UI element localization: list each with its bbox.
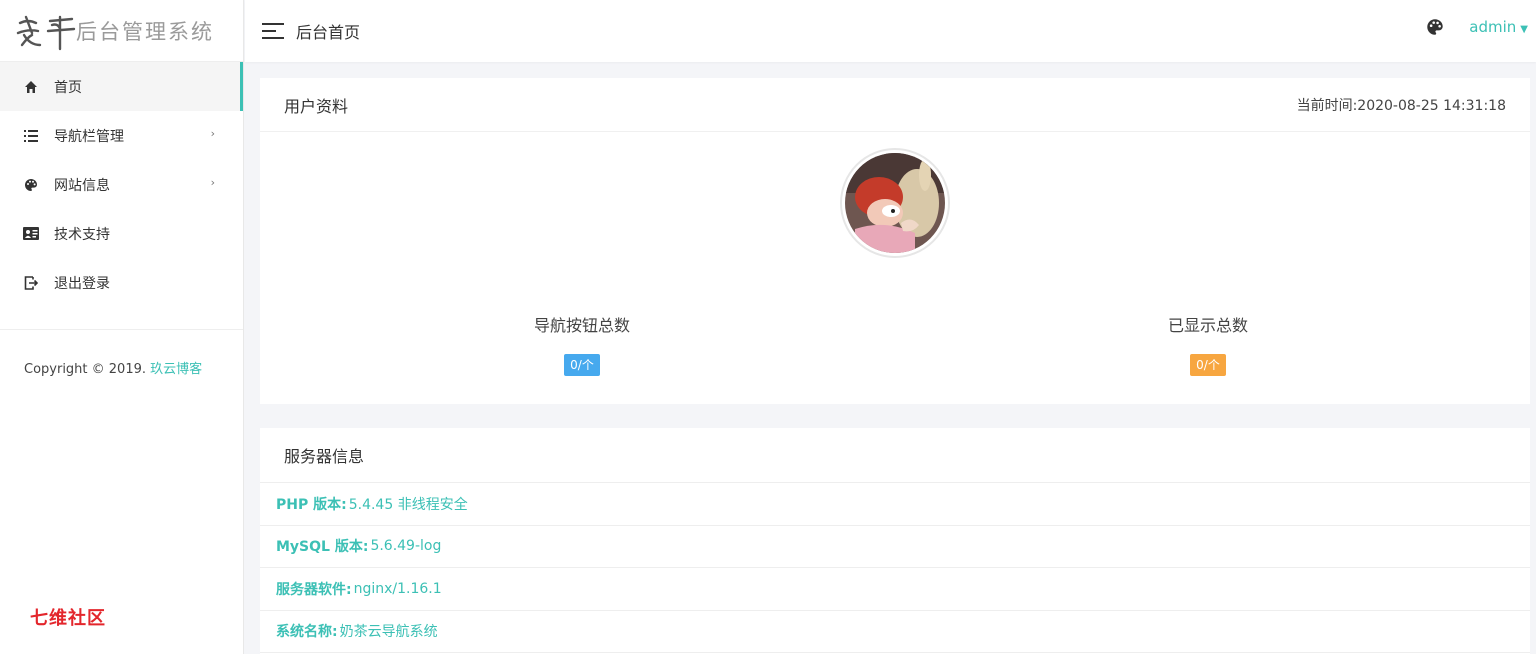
sidebar-item-logout[interactable]: 退出登录 bbox=[0, 258, 243, 307]
stat-label: 已显示总数 bbox=[1167, 316, 1248, 335]
sidebar-item-site-info[interactable]: 网站信息 › bbox=[0, 160, 243, 209]
time-value: 2020-08-25 14:31:18 bbox=[1357, 97, 1506, 114]
card-header: 用户资料 当前时间:2020-08-25 14:31:18 bbox=[260, 78, 1530, 132]
server-row-system: 系统名称: 奶茶云导航系统 bbox=[260, 611, 1530, 653]
server-row-mysql: MySQL 版本: 5.6.49-log bbox=[260, 526, 1530, 568]
page-title: 后台首页 bbox=[296, 23, 361, 42]
caret-down-icon: ▼ bbox=[1520, 24, 1528, 35]
chevron-right-icon: › bbox=[210, 176, 215, 189]
row-value: nginx/1.16.1 bbox=[353, 580, 442, 597]
card-title: 用户资料 bbox=[284, 96, 349, 116]
server-row-php: PHP 版本: 5.4.45 非线程安全 bbox=[260, 483, 1530, 526]
list-icon bbox=[22, 127, 40, 145]
server-row-software: 服务器软件: nginx/1.16.1 bbox=[260, 568, 1530, 611]
top-header: 后台首页 admin ▼ bbox=[245, 0, 1536, 62]
copyright: Copyright © 2019. 玖云博客 bbox=[0, 330, 243, 377]
server-info-card: 服务器信息 PHP 版本: 5.4.45 非线程安全 MySQL 版本: 5.6.4… bbox=[260, 428, 1530, 654]
row-key: PHP 版本: bbox=[276, 496, 347, 513]
row-value: 5.6.49-log bbox=[370, 538, 442, 555]
card-header: 服务器信息 bbox=[260, 428, 1530, 483]
copyright-text: Copyright © 2019. bbox=[24, 362, 151, 377]
sidebar-item-label: 退出登录 bbox=[54, 275, 110, 292]
brand-name: 后台管理系统 bbox=[76, 19, 214, 44]
sidebar-item-nav-manage[interactable]: 导航栏管理 › bbox=[0, 111, 243, 160]
stat-nav-buttons: 导航按钮总数 0/个 bbox=[482, 312, 682, 376]
sidebar-menu: 首页 导航栏管理 › 网站信息 › 技术支持 退出登录 bbox=[0, 62, 243, 307]
row-value: 奶茶云导航系统 bbox=[339, 624, 438, 641]
theme-palette-icon[interactable] bbox=[1426, 18, 1446, 38]
row-value: 5.4.45 非线程安全 bbox=[348, 496, 468, 513]
sidebar-item-label: 首页 bbox=[54, 79, 82, 96]
sidebar: 后台管理系统 首页 导航栏管理 › 网站信息 › 技术支持 退出登录 Copyr… bbox=[0, 0, 244, 654]
user-profile-card: 用户资料 当前时间:2020-08-25 14:31:18 导航按钮总数 0/个 bbox=[260, 78, 1530, 404]
palette-icon bbox=[22, 176, 40, 194]
logo[interactable]: 后台管理系统 bbox=[0, 0, 243, 62]
avatar-image bbox=[845, 153, 945, 253]
row-key: 系统名称: bbox=[276, 624, 338, 641]
logout-icon bbox=[22, 274, 40, 292]
stat-badge: 0/个 bbox=[1190, 354, 1226, 376]
stat-shown-total: 已显示总数 0/个 bbox=[1108, 312, 1308, 376]
watermark: 七维社区 bbox=[30, 608, 106, 629]
sidebar-item-label: 网站信息 bbox=[54, 177, 110, 194]
sidebar-item-home[interactable]: 首页 bbox=[0, 62, 243, 111]
copyright-link[interactable]: 玖云博客 bbox=[150, 362, 202, 377]
sidebar-item-label: 技术支持 bbox=[54, 226, 110, 243]
id-card-icon bbox=[22, 225, 40, 243]
row-key: MySQL 版本: bbox=[276, 539, 369, 556]
brand-logo-mark bbox=[16, 15, 76, 50]
home-icon bbox=[22, 78, 40, 96]
current-time: 当前时间:2020-08-25 14:31:18 bbox=[1297, 95, 1506, 115]
user-dropdown[interactable]: admin ▼ bbox=[1469, 18, 1528, 36]
menu-toggle-icon[interactable] bbox=[262, 23, 284, 39]
sidebar-item-support[interactable]: 技术支持 bbox=[0, 209, 243, 258]
stat-label: 导航按钮总数 bbox=[533, 316, 630, 335]
stat-badge: 0/个 bbox=[564, 354, 600, 376]
card-title: 服务器信息 bbox=[284, 447, 365, 466]
time-label: 当前时间: bbox=[1296, 97, 1358, 114]
avatar bbox=[840, 148, 950, 258]
chevron-right-icon: › bbox=[210, 127, 215, 140]
row-key: 服务器软件: bbox=[276, 581, 352, 598]
user-name: admin bbox=[1469, 18, 1517, 36]
sidebar-item-label: 导航栏管理 bbox=[54, 128, 124, 145]
